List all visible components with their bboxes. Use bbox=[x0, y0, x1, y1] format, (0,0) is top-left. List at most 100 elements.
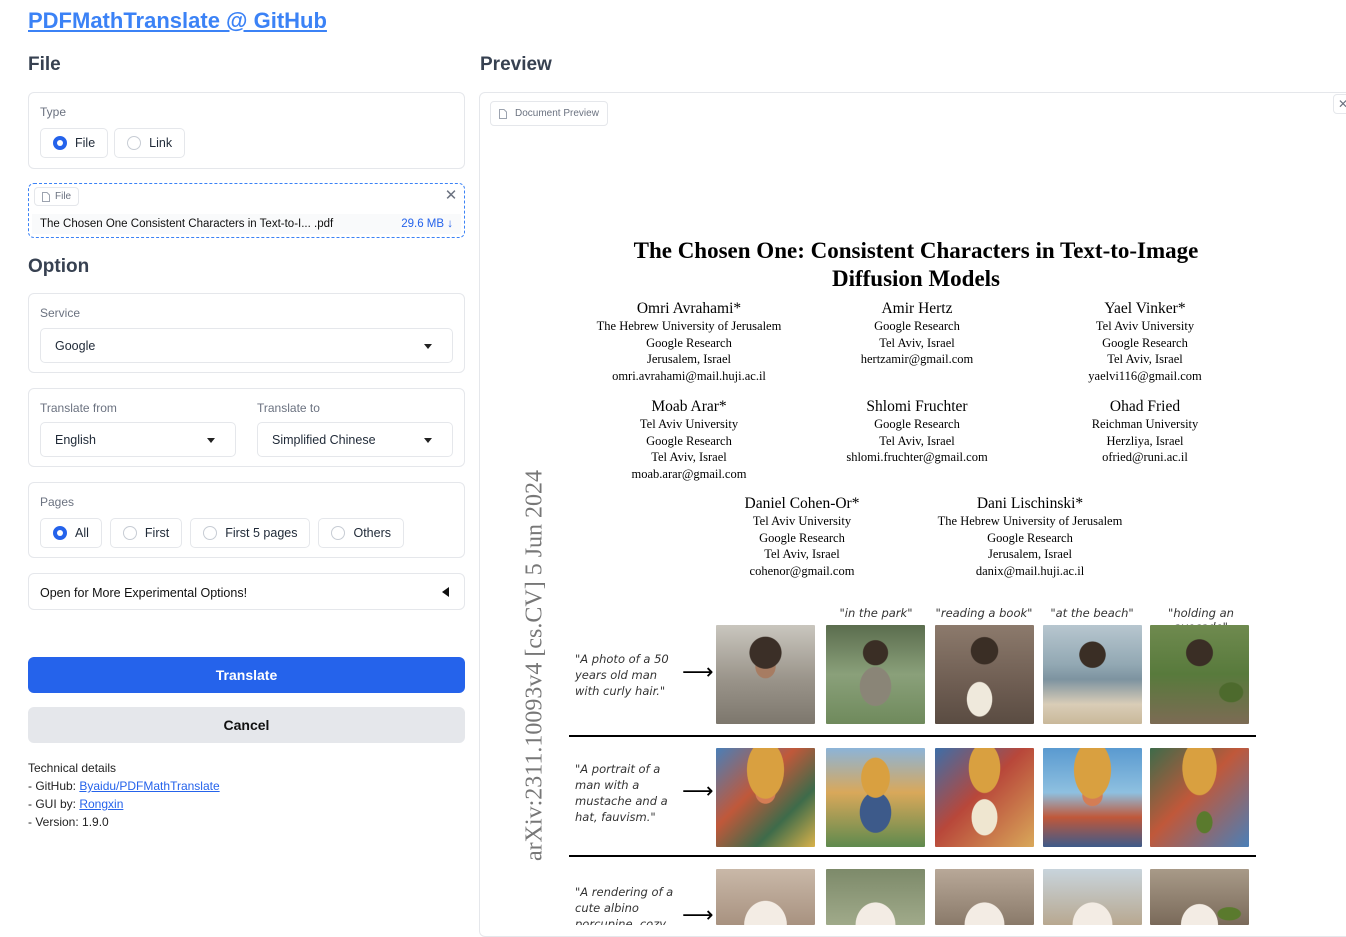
author-affiliation: Google Research bbox=[987, 530, 1073, 545]
document-preview-tab: Document Preview bbox=[490, 101, 608, 126]
pages-radio-first-5[interactable]: First 5 pages bbox=[190, 518, 311, 548]
chevron-down-icon bbox=[207, 438, 215, 443]
translate-to-label: Translate to bbox=[257, 401, 320, 415]
type-option-label: File bbox=[75, 136, 96, 150]
figure-image bbox=[935, 869, 1034, 925]
file-name: The Chosen One Consistent Characters in … bbox=[40, 218, 334, 230]
file-upload-label: File bbox=[34, 187, 80, 206]
figure-image bbox=[716, 869, 815, 925]
author-location: Tel Aviv, Israel bbox=[879, 433, 955, 448]
gui-author-link[interactable]: Rongxin bbox=[79, 797, 123, 811]
author-location: Tel Aviv, Israel bbox=[879, 335, 955, 350]
author-block: Omri Avrahami* The Hebrew University of … bbox=[575, 300, 803, 384]
chevron-down-icon bbox=[424, 344, 432, 349]
type-label: Type bbox=[40, 105, 67, 119]
author-block: Shlomi Fruchter Google Research Tel Aviv… bbox=[803, 398, 1031, 466]
file-icon bbox=[499, 108, 507, 119]
paper-title: The Chosen One: Consistent Characters in… bbox=[565, 237, 1267, 293]
author-email: danix@mail.huji.ac.il bbox=[975, 563, 1085, 578]
author-block: Daniel Cohen-Or* Tel Aviv University Goo… bbox=[688, 495, 916, 579]
figure-image bbox=[826, 625, 925, 724]
figure-prompt: "A rendering of a cute albino porcupine,… bbox=[575, 885, 674, 925]
author-location: Jerusalem, Israel bbox=[647, 352, 731, 367]
pages-panel: Pages All First First 5 pages Others bbox=[28, 482, 465, 558]
radio-unchecked-icon bbox=[127, 136, 142, 150]
radio-unchecked-icon bbox=[122, 526, 137, 540]
author-affiliation: Tel Aviv University bbox=[639, 417, 739, 431]
author-name: Omri Avrahami* bbox=[636, 300, 742, 317]
author-email: ofried@runi.ac.il bbox=[1102, 450, 1188, 465]
author-location: Herzliya, Israel bbox=[1106, 433, 1184, 448]
author-location: Tel Aviv, Israel bbox=[651, 450, 727, 465]
author-affiliation: Reichman University bbox=[1091, 417, 1199, 431]
figure-image bbox=[716, 625, 815, 724]
technical-details: Technical details - GitHub: Byaidu/PDFMa… bbox=[28, 759, 220, 831]
type-option-label: Link bbox=[149, 136, 173, 150]
radio-unchecked-icon bbox=[203, 526, 218, 540]
file-size-download-link[interactable]: 29.6 MB ↓ bbox=[401, 218, 453, 230]
pages-option-label: First 5 pages bbox=[225, 526, 298, 540]
service-dropdown[interactable]: Google bbox=[40, 328, 453, 363]
author-name: Ohad Fried bbox=[1109, 398, 1181, 415]
file-section-title: File bbox=[28, 54, 61, 75]
figure-image bbox=[1150, 625, 1249, 724]
figure-image bbox=[935, 625, 1034, 724]
paper-title-line-1: The Chosen One: Consistent Characters in… bbox=[633, 238, 1199, 263]
figure-prompt: "A portrait of a man with a mustache and… bbox=[575, 762, 668, 824]
service-panel: Service Google bbox=[28, 293, 465, 373]
type-radio-file[interactable]: File bbox=[40, 128, 109, 158]
author-block: Yael Vinker* Tel Aviv University Google … bbox=[1031, 300, 1259, 384]
figure-image bbox=[826, 748, 925, 847]
file-upload-box[interactable]: File ✕ The Chosen One Consistent Charact… bbox=[28, 183, 465, 238]
translate-to-dropdown[interactable]: Simplified Chinese bbox=[257, 422, 453, 457]
experimental-accordion[interactable]: Open for More Experimental Options! bbox=[28, 573, 465, 610]
type-radio-link[interactable]: Link bbox=[114, 128, 186, 158]
translate-from-dropdown[interactable]: English bbox=[40, 422, 236, 457]
pages-radio-others[interactable]: Others bbox=[318, 518, 404, 548]
pages-radio-group: All First First 5 pages Others bbox=[40, 518, 404, 548]
author-name: Shlomi Fruchter bbox=[866, 398, 968, 415]
author-affiliation: Google Research bbox=[874, 319, 960, 333]
author-affiliation: The Hebrew University of Jerusalem bbox=[937, 514, 1123, 528]
pages-radio-all[interactable]: All bbox=[40, 518, 102, 548]
figure-image bbox=[826, 869, 925, 925]
author-affiliation: The Hebrew University of Jerusalem bbox=[596, 319, 782, 333]
service-label: Service bbox=[40, 306, 81, 320]
radio-checked-icon bbox=[53, 526, 67, 540]
author-location: Jerusalem, Israel bbox=[988, 547, 1072, 562]
language-panel: Translate from English Translate to Simp… bbox=[28, 388, 465, 467]
clear-file-close-icon[interactable]: ✕ bbox=[442, 186, 460, 204]
figure-caption: "reading a book" bbox=[935, 606, 1033, 620]
figure-caption: "in the park" bbox=[839, 606, 913, 620]
author-block: Amir Hertz Google Research Tel Aviv, Isr… bbox=[803, 300, 1031, 368]
author-block: Dani Lischinski* The Hebrew University o… bbox=[916, 495, 1144, 579]
pages-radio-first[interactable]: First bbox=[109, 518, 183, 548]
radio-unchecked-icon bbox=[331, 526, 346, 540]
author-location: Tel Aviv, Israel bbox=[764, 547, 840, 562]
author-affiliation: Tel Aviv University bbox=[752, 514, 852, 528]
author-affiliation: Google Research bbox=[646, 335, 732, 350]
figure-image bbox=[1043, 869, 1142, 925]
figure-image bbox=[1150, 748, 1249, 847]
translate-button[interactable]: Translate bbox=[28, 657, 465, 693]
author-affiliation: Google Research bbox=[646, 433, 732, 448]
translate-to-value: Simplified Chinese bbox=[272, 432, 376, 447]
author-name: Amir Hertz bbox=[881, 300, 953, 317]
version-line: - Version: 1.9.0 bbox=[28, 815, 109, 829]
experimental-label: Open for More Experimental Options! bbox=[40, 586, 248, 600]
pages-label: Pages bbox=[40, 495, 75, 509]
author-affiliation: Google Research bbox=[759, 530, 845, 545]
translate-from-value: English bbox=[55, 432, 96, 447]
file-upload-label-text: File bbox=[55, 191, 72, 202]
github-line: - GitHub: Byaidu/PDFMathTranslate bbox=[28, 777, 220, 795]
cancel-button[interactable]: Cancel bbox=[28, 707, 465, 743]
preview-section-title: Preview bbox=[480, 54, 552, 75]
app-title-link[interactable]: PDFMathTranslate @ GitHub bbox=[28, 8, 327, 34]
close-preview-close-icon[interactable]: ✕ bbox=[1333, 94, 1346, 114]
arrow-right-icon: ⟶ bbox=[682, 778, 714, 803]
file-row: The Chosen One Consistent Characters in … bbox=[32, 214, 461, 234]
github-link[interactable]: Byaidu/PDFMathTranslate bbox=[79, 779, 219, 793]
author-email: shlomi.fruchter@gmail.com bbox=[846, 450, 988, 465]
author-name: Yael Vinker* bbox=[1104, 300, 1186, 317]
author-email: cohenor@gmail.com bbox=[749, 563, 855, 578]
